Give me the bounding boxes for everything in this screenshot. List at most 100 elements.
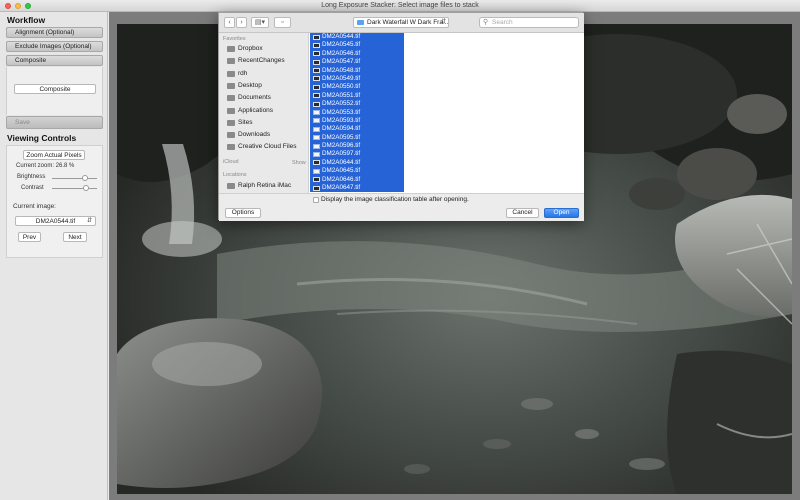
classification-table-label: Display the image classification table a… (321, 196, 469, 203)
file-row[interactable]: DM2A0596.tif (310, 142, 404, 151)
folder-icon: ▫ (281, 19, 284, 26)
prev-button[interactable]: Prev (18, 232, 41, 242)
favorite-item-label: rdh (238, 69, 248, 77)
file-name: DM2A0550.tif (322, 83, 361, 91)
cancel-button[interactable]: Cancel (506, 208, 539, 218)
zoom-actual-pixels-button[interactable]: Zoom Actual Pixels (23, 150, 85, 160)
document-icon (313, 151, 320, 157)
favorite-item-label: Downloads (238, 131, 271, 139)
file-name: DM2A0644.tif (322, 158, 361, 166)
favorite-item-label: Creative Cloud Files (238, 143, 297, 151)
favorite-item[interactable]: Desktop (227, 81, 262, 91)
file-name: DM2A0547.tif (322, 58, 361, 66)
exclude-images-step-button[interactable]: Exclude Images (Optional) (6, 41, 103, 52)
open-button[interactable]: Open (544, 208, 579, 218)
image-file-icon (313, 93, 320, 99)
location-item[interactable]: Ralph Retina iMac (227, 181, 291, 191)
options-button[interactable]: Options (225, 208, 261, 218)
file-name: DM2A0647.tif (322, 184, 361, 192)
favorite-item-label: Desktop (238, 81, 262, 89)
file-row[interactable]: DM2A0552.tif (310, 100, 404, 109)
gear-icon (227, 58, 235, 65)
open-file-dialog: ‹ › ▤▾ ▫ Dark Waterfall W Dark Fra... ⇵ … (218, 12, 584, 221)
favorite-item-label: Sites (238, 118, 253, 126)
image-file-icon (313, 101, 320, 107)
file-row[interactable]: DM2A0593.tif (310, 116, 404, 126)
file-row[interactable]: DM2A0546.tif (310, 49, 404, 59)
favorite-item[interactable]: Documents (227, 93, 271, 103)
file-row[interactable]: DM2A0594.tif (310, 125, 404, 134)
favorite-item[interactable]: Downloads (227, 130, 270, 140)
brightness-label: Brightness (17, 174, 46, 180)
file-name: DM2A0593.tif (322, 116, 361, 124)
path-popup[interactable]: Dark Waterfall W Dark Fra... ⇵ (353, 17, 449, 28)
image-file-icon (313, 76, 320, 82)
view-mode-button[interactable]: ▤▾ (251, 17, 269, 28)
file-row[interactable]: DM2A0551.tif (310, 91, 404, 101)
file-name: DM2A0596.tif (322, 142, 361, 150)
composite-step-button[interactable]: Composite (6, 55, 103, 66)
file-row[interactable]: DM2A0544.tif (310, 33, 404, 42)
search-field[interactable]: ⚲ Search (479, 17, 579, 28)
file-row[interactable]: DM2A0553.tif (310, 108, 404, 117)
classification-table-checkbox[interactable] (313, 196, 319, 203)
file-row[interactable]: DM2A0644.tif (310, 158, 404, 168)
document-icon (313, 168, 320, 174)
contrast-slider[interactable] (52, 188, 97, 189)
imac-icon (227, 183, 235, 189)
favorite-item-label: Applications (238, 106, 274, 114)
contrast-label: Contrast (21, 185, 44, 191)
brightness-slider[interactable] (52, 178, 97, 179)
show-icloud-toggle[interactable]: Show (292, 160, 306, 166)
image-file-icon (313, 59, 320, 65)
favorite-item[interactable]: rdh (227, 69, 247, 79)
file-name: DM2A0544.tif (322, 33, 361, 40)
file-column: DM2A0544.tif DM2A0545.tif DM2A0546.tif DM2A… (310, 33, 404, 193)
file-row[interactable]: DM2A0545.tif (310, 41, 404, 50)
favorite-item-label: RecentChanges (238, 57, 285, 65)
file-name: DM2A0646.tif (322, 175, 361, 183)
back-button[interactable]: ‹ (224, 17, 235, 28)
viewing-controls-title: Viewing Controls (7, 133, 77, 143)
document-icon (313, 126, 320, 132)
favorite-item-label: Documents (238, 94, 271, 102)
file-row[interactable]: DM2A0549.tif (310, 74, 404, 84)
image-file-icon (313, 34, 320, 40)
folder-icon (227, 119, 235, 126)
file-row[interactable]: DM2A0550.tif (310, 83, 404, 92)
file-row[interactable]: DM2A0646.tif (310, 175, 404, 185)
favorite-item[interactable]: RecentChanges (227, 56, 285, 66)
composite-button[interactable]: Composite (14, 84, 96, 94)
contrast-slider-knob[interactable] (83, 185, 89, 191)
favorite-item[interactable]: Dropbox (227, 44, 263, 54)
classification-table-option[interactable]: Display the image classification table a… (313, 196, 469, 204)
new-folder-button[interactable]: ▫ (274, 17, 291, 28)
current-image-select[interactable]: DM2A0544.tif ⇵ (15, 216, 96, 226)
image-file-icon (313, 42, 320, 48)
file-name: DM2A0553.tif (322, 108, 361, 116)
image-file-icon (313, 160, 320, 166)
favorite-item[interactable]: Creative Cloud Files (227, 142, 297, 152)
file-row[interactable]: DM2A0595.tif (310, 133, 404, 143)
file-row[interactable]: DM2A0547.tif (310, 58, 404, 67)
next-button[interactable]: Next (63, 232, 87, 242)
file-row[interactable]: DM2A0548.tif (310, 66, 404, 75)
search-placeholder: Search (492, 19, 513, 26)
save-button[interactable]: Save (6, 116, 103, 129)
viewing-controls-panel: Zoom Actual Pixels Current zoom: 26.8 % … (6, 145, 103, 258)
current-image-value: DM2A0544.tif (35, 218, 76, 225)
file-row[interactable]: DM2A0597.tif (310, 150, 404, 159)
file-name: DM2A0548.tif (322, 66, 361, 74)
chevron-updown-icon: ⇵ (440, 19, 446, 25)
file-row[interactable]: DM2A0645.tif (310, 167, 404, 176)
alignment-step-button[interactable]: Alignment (Optional) (6, 27, 103, 38)
favorites-sidebar: Favorites Dropbox RecentChanges rdh Desktop… (219, 33, 309, 193)
file-row[interactable]: DM2A0647.tif (310, 184, 404, 193)
image-file-icon (313, 51, 320, 57)
favorite-item[interactable]: Sites (227, 118, 252, 128)
dropbox-icon (227, 46, 235, 52)
brightness-slider-knob[interactable] (82, 175, 88, 181)
favorite-item[interactable]: Applications (227, 106, 273, 116)
file-browser: DM2A0544.tif DM2A0545.tif DM2A0546.tif DM2A… (309, 33, 584, 193)
forward-button[interactable]: › (236, 17, 247, 28)
